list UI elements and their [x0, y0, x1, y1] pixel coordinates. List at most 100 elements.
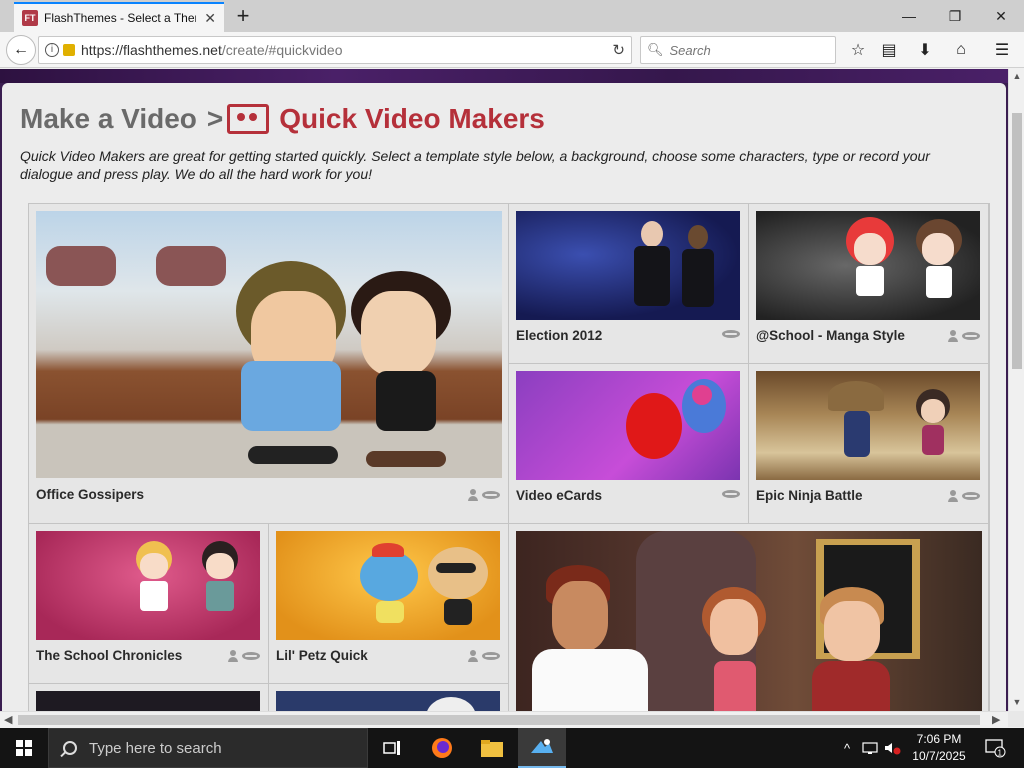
- lips-icon: [962, 492, 980, 500]
- template-thumbnail[interactable]: [516, 371, 740, 480]
- clock-time: 7:06 PM: [916, 732, 962, 746]
- template-name: Election 2012: [516, 328, 603, 343]
- reading-list-icon[interactable]: ▤: [877, 38, 901, 62]
- scrollbar-corner: [1008, 711, 1024, 727]
- taskbar-search-box[interactable]: Type here to search: [48, 728, 368, 768]
- template-card-featured[interactable]: [509, 524, 989, 711]
- person-icon: [228, 650, 238, 662]
- horizontal-scrollbar[interactable]: ◀ ▶: [0, 711, 1008, 727]
- firefox-icon[interactable]: [418, 728, 466, 768]
- address-bar[interactable]: i https://flashthemes.net/create/#quickv…: [38, 36, 632, 64]
- network-icon[interactable]: [860, 728, 880, 768]
- volume-muted-icon[interactable]: [882, 728, 902, 768]
- search-icon: 🔍︎: [647, 42, 664, 57]
- template-card-partial[interactable]: [29, 684, 269, 711]
- template-name: Epic Ninja Battle: [756, 488, 863, 503]
- template-name: Video eCards: [516, 488, 603, 503]
- web-page: Make a Video > Quick Video Makers Quick …: [0, 69, 1008, 711]
- template-thumbnail[interactable]: [276, 691, 500, 711]
- template-card-epic-ninja-battle[interactable]: Epic Ninja Battle: [749, 364, 989, 524]
- template-card-school-chronicles[interactable]: The School Chronicles: [29, 524, 269, 684]
- scroll-down-arrow-icon[interactable]: ▼: [1009, 697, 1024, 707]
- vertical-scrollbar[interactable]: ▲ ▼: [1008, 69, 1024, 711]
- template-thumbnail[interactable]: [276, 531, 500, 640]
- template-card-partial[interactable]: [269, 684, 509, 711]
- navigation-bar: ← i https://flashthemes.net/create/#quic…: [0, 32, 1024, 68]
- svg-text:1: 1: [998, 749, 1003, 758]
- template-card-lil-petz-quick[interactable]: Lil' Petz Quick: [269, 524, 509, 684]
- header-strip: [0, 69, 1008, 83]
- template-grid: Office Gossipers Election 2012 @School -…: [28, 203, 990, 711]
- taskbar-search-placeholder: Type here to search: [89, 739, 222, 757]
- template-thumbnail[interactable]: [756, 211, 980, 320]
- home-icon[interactable]: ⌂: [949, 38, 973, 62]
- person-icon: [948, 330, 958, 342]
- search-box[interactable]: 🔍︎: [640, 36, 836, 64]
- system-clock[interactable]: 7:06 PM 10/7/2025: [902, 731, 976, 765]
- new-tab-button[interactable]: +: [232, 4, 254, 28]
- action-center-icon[interactable]: 1: [980, 728, 1010, 768]
- insecure-lock-icon: [63, 44, 75, 56]
- start-button[interactable]: [0, 728, 48, 768]
- lips-icon: [962, 332, 980, 340]
- restore-button[interactable]: ❐: [932, 0, 978, 32]
- lips-icon: [722, 490, 740, 498]
- flashthemes-favicon-icon: FT: [22, 10, 38, 26]
- page-title: Quick Video Makers: [279, 103, 545, 134]
- minimize-button[interactable]: —: [886, 0, 932, 32]
- close-window-button[interactable]: ✕: [978, 0, 1024, 32]
- template-card-video-ecards[interactable]: Video eCards: [509, 364, 749, 524]
- windows-logo-icon: [16, 740, 32, 756]
- clock-date: 10/7/2025: [912, 749, 966, 763]
- template-card-office-gossipers[interactable]: Office Gossipers: [29, 204, 509, 524]
- content-panel: Make a Video > Quick Video Makers Quick …: [2, 83, 1006, 711]
- lips-icon: [482, 491, 500, 499]
- template-thumbnail[interactable]: [36, 531, 260, 640]
- lips-icon: [722, 330, 740, 338]
- template-name: Lil' Petz Quick: [276, 648, 368, 663]
- search-icon: [63, 741, 77, 755]
- template-thumbnail[interactable]: [36, 691, 260, 711]
- intro-text: Quick Video Makers are great for getting…: [20, 148, 930, 182]
- scroll-left-arrow-icon[interactable]: ◀: [4, 713, 12, 726]
- person-icon: [468, 489, 478, 501]
- template-name: The School Chronicles: [36, 648, 183, 663]
- bookmark-star-icon[interactable]: ☆: [846, 38, 870, 62]
- back-button[interactable]: ←: [6, 35, 36, 65]
- template-thumbnail[interactable]: [516, 531, 982, 711]
- tab-strip: FT FlashThemes - Select a Theme ✕ + — ❐ …: [0, 0, 1024, 32]
- task-view-icon[interactable]: [368, 728, 416, 768]
- file-explorer-icon[interactable]: [468, 728, 516, 768]
- tab-title: FlashThemes - Select a Theme: [44, 11, 196, 25]
- browser-tab[interactable]: FT FlashThemes - Select a Theme ✕: [14, 2, 224, 32]
- template-thumbnail[interactable]: [756, 371, 980, 480]
- horizontal-scroll-thumb[interactable]: [18, 715, 980, 725]
- menu-hamburger-icon[interactable]: ☰: [990, 38, 1014, 62]
- windows-taskbar: Type here to search ^ 7:06 PM 10/7/2025 …: [0, 728, 1024, 768]
- template-thumbnail[interactable]: [516, 211, 740, 320]
- site-info-icon[interactable]: i: [45, 43, 59, 57]
- quick-video-icon: [227, 104, 270, 134]
- breadcrumb-make-a-video[interactable]: Make a Video: [20, 103, 197, 135]
- template-card-election-2012[interactable]: Election 2012: [509, 204, 749, 364]
- scroll-right-arrow-icon[interactable]: ▶: [992, 713, 1000, 726]
- reload-icon[interactable]: ↻: [612, 41, 625, 59]
- person-icon: [468, 650, 478, 662]
- scroll-up-arrow-icon[interactable]: ▲: [1009, 71, 1024, 81]
- template-card-school-manga[interactable]: @School - Manga Style: [749, 204, 989, 364]
- lips-icon: [482, 652, 500, 660]
- template-name: @School - Manga Style: [756, 328, 905, 343]
- search-input[interactable]: [669, 42, 830, 58]
- downloads-icon[interactable]: ⬇: [913, 38, 937, 62]
- tab-close-icon[interactable]: ✕: [204, 10, 216, 27]
- template-thumbnail[interactable]: [36, 211, 502, 478]
- show-hidden-icons-chevron-icon[interactable]: ^: [838, 728, 856, 768]
- person-icon: [948, 490, 958, 502]
- page-heading: Make a Video > Quick Video Makers: [20, 103, 545, 135]
- app-pinned-icon[interactable]: [518, 728, 566, 768]
- template-name: Office Gossipers: [36, 487, 145, 502]
- lips-icon: [242, 652, 260, 660]
- url-text: https://flashthemes.net/create/#quickvid…: [81, 42, 343, 58]
- vertical-scroll-thumb[interactable]: [1012, 113, 1022, 369]
- breadcrumb-separator: >: [206, 103, 224, 134]
